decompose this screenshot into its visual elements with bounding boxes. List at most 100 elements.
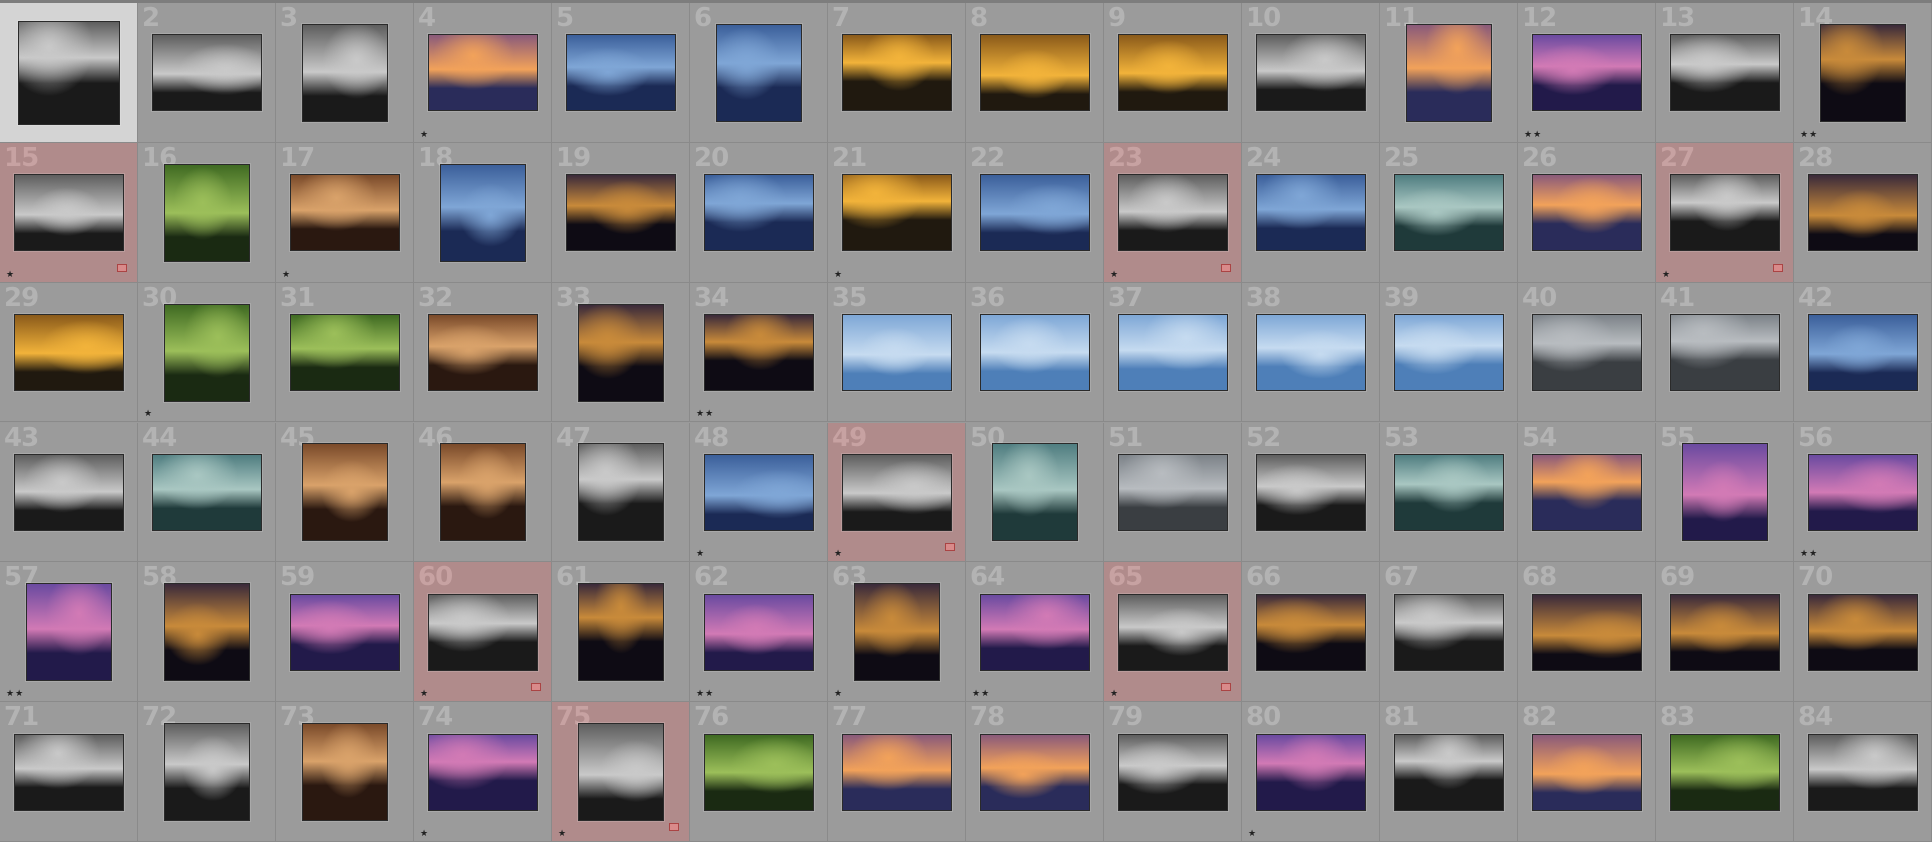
photo-thumbnail[interactable]	[979, 593, 1091, 671]
photo-thumbnail[interactable]	[1393, 174, 1505, 252]
photo-thumbnail[interactable]	[1807, 453, 1919, 531]
grid-cell[interactable]: 21 ★	[828, 142, 966, 283]
photo-thumbnail[interactable]	[1820, 23, 1906, 122]
grid-cell[interactable]: 52	[1242, 422, 1380, 563]
grid-cell[interactable]: 10	[1242, 3, 1380, 143]
star-rating[interactable]: ★★	[1800, 549, 1818, 559]
photo-thumbnail[interactable]	[1807, 593, 1919, 671]
photo-thumbnail[interactable]	[151, 453, 263, 531]
grid-cell[interactable]: 17 ★	[276, 142, 414, 283]
photo-thumbnail[interactable]	[1393, 593, 1505, 671]
grid-cell[interactable]: 64 ★★	[966, 562, 1104, 703]
photo-thumbnail[interactable]	[13, 453, 125, 531]
grid-cell[interactable]: 73	[276, 702, 414, 842]
grid-cell[interactable]: 63 ★	[828, 562, 966, 703]
grid-cell[interactable]: 69	[1656, 562, 1794, 703]
photo-thumbnail[interactable]	[427, 733, 539, 811]
photo-thumbnail[interactable]	[979, 314, 1091, 392]
photo-thumbnail[interactable]	[1117, 174, 1229, 252]
photo-thumbnail[interactable]	[289, 174, 401, 252]
star-rating[interactable]: ★	[834, 549, 843, 559]
grid-cell[interactable]: 8	[966, 3, 1104, 143]
photo-thumbnail[interactable]	[1807, 174, 1919, 252]
grid-cell[interactable]: 32	[414, 282, 552, 423]
photo-thumbnail[interactable]	[565, 34, 677, 112]
photo-thumbnail[interactable]	[703, 174, 815, 252]
grid-cell[interactable]: 42	[1794, 282, 1932, 423]
photo-thumbnail[interactable]	[302, 23, 388, 122]
photo-thumbnail[interactable]	[1255, 314, 1367, 392]
grid-cell[interactable]: 68	[1518, 562, 1656, 703]
photo-thumbnail[interactable]	[703, 314, 815, 392]
star-rating[interactable]: ★★	[696, 689, 714, 699]
photo-thumbnail[interactable]	[302, 723, 388, 821]
grid-cell[interactable]: 25	[1380, 142, 1518, 283]
grid-cell[interactable]: 84	[1794, 702, 1932, 842]
grid-cell[interactable]: 4 ★	[414, 3, 552, 143]
grid-cell[interactable]: 58	[138, 562, 276, 703]
photo-thumbnail[interactable]	[1682, 443, 1768, 542]
photo-thumbnail[interactable]	[1393, 733, 1505, 811]
grid-cell[interactable]: 12 ★★	[1518, 3, 1656, 143]
star-rating[interactable]: ★	[834, 689, 843, 699]
grid-cell[interactable]: 27 ★	[1656, 142, 1794, 283]
grid-cell[interactable]: 47	[552, 422, 690, 563]
photo-thumbnail[interactable]	[1393, 453, 1505, 531]
grid-cell[interactable]: 13	[1656, 3, 1794, 143]
grid-cell[interactable]: 2	[138, 3, 276, 143]
grid-cell[interactable]: 37	[1104, 282, 1242, 423]
grid-cell[interactable]: 53	[1380, 422, 1518, 563]
photo-thumbnail[interactable]	[1531, 34, 1643, 112]
photo-thumbnail[interactable]	[289, 314, 401, 392]
grid-cell[interactable]: 77	[828, 702, 966, 842]
grid-cell[interactable]: 80 ★	[1242, 702, 1380, 842]
grid-cell[interactable]: 45	[276, 422, 414, 563]
grid-cell[interactable]: 81	[1380, 702, 1518, 842]
photo-thumbnail[interactable]	[979, 34, 1091, 112]
photo-thumbnail[interactable]	[716, 23, 802, 122]
star-rating[interactable]: ★★	[696, 409, 714, 419]
photo-thumbnail[interactable]	[13, 314, 125, 392]
photo-thumbnail[interactable]	[578, 723, 664, 821]
star-rating[interactable]: ★	[420, 829, 429, 839]
grid-cell[interactable]: 66	[1242, 562, 1380, 703]
photo-thumbnail[interactable]	[13, 733, 125, 811]
star-rating[interactable]: ★	[420, 130, 429, 140]
grid-cell[interactable]: 11	[1380, 3, 1518, 143]
grid-cell[interactable]: 62 ★★	[690, 562, 828, 703]
photo-thumbnail[interactable]	[427, 34, 539, 112]
star-rating[interactable]: ★★	[1800, 130, 1818, 140]
photo-thumbnail[interactable]	[1669, 34, 1781, 112]
photo-thumbnail[interactable]	[1669, 174, 1781, 252]
photo-thumbnail[interactable]	[841, 733, 953, 811]
photo-thumbnail[interactable]	[1406, 23, 1492, 122]
photo-thumbnail[interactable]	[440, 163, 526, 262]
photo-thumbnail[interactable]	[1669, 314, 1781, 392]
star-rating[interactable]: ★	[1248, 829, 1257, 839]
grid-cell[interactable]: 24	[1242, 142, 1380, 283]
photo-thumbnail[interactable]	[565, 174, 677, 252]
grid-cell[interactable]: 46	[414, 422, 552, 563]
grid-cell[interactable]: 49 ★	[828, 422, 966, 563]
grid-cell[interactable]: 76	[690, 702, 828, 842]
grid-cell[interactable]: 83	[1656, 702, 1794, 842]
photo-thumbnail[interactable]	[164, 723, 250, 821]
grid-cell[interactable]: 14 ★★	[1794, 3, 1932, 143]
photo-thumbnail[interactable]	[1117, 453, 1229, 531]
photo-thumbnail[interactable]	[1255, 593, 1367, 671]
photo-thumbnail[interactable]	[164, 303, 250, 402]
grid-cell[interactable]: 67	[1380, 562, 1518, 703]
grid-cell[interactable]: 20	[690, 142, 828, 283]
photo-thumbnail[interactable]	[1255, 453, 1367, 531]
grid-cell[interactable]: 22	[966, 142, 1104, 283]
photo-thumbnail[interactable]	[151, 34, 263, 112]
grid-cell[interactable]: 78	[966, 702, 1104, 842]
grid-cell[interactable]: 38	[1242, 282, 1380, 423]
photo-thumbnail[interactable]	[841, 34, 953, 112]
photo-thumbnail[interactable]	[1669, 733, 1781, 811]
grid-cell[interactable]: 48 ★	[690, 422, 828, 563]
star-rating[interactable]: ★	[144, 409, 153, 419]
star-rating[interactable]: ★★	[6, 689, 24, 699]
grid-cell[interactable]: 50	[966, 422, 1104, 563]
photo-thumbnail[interactable]	[1117, 314, 1229, 392]
